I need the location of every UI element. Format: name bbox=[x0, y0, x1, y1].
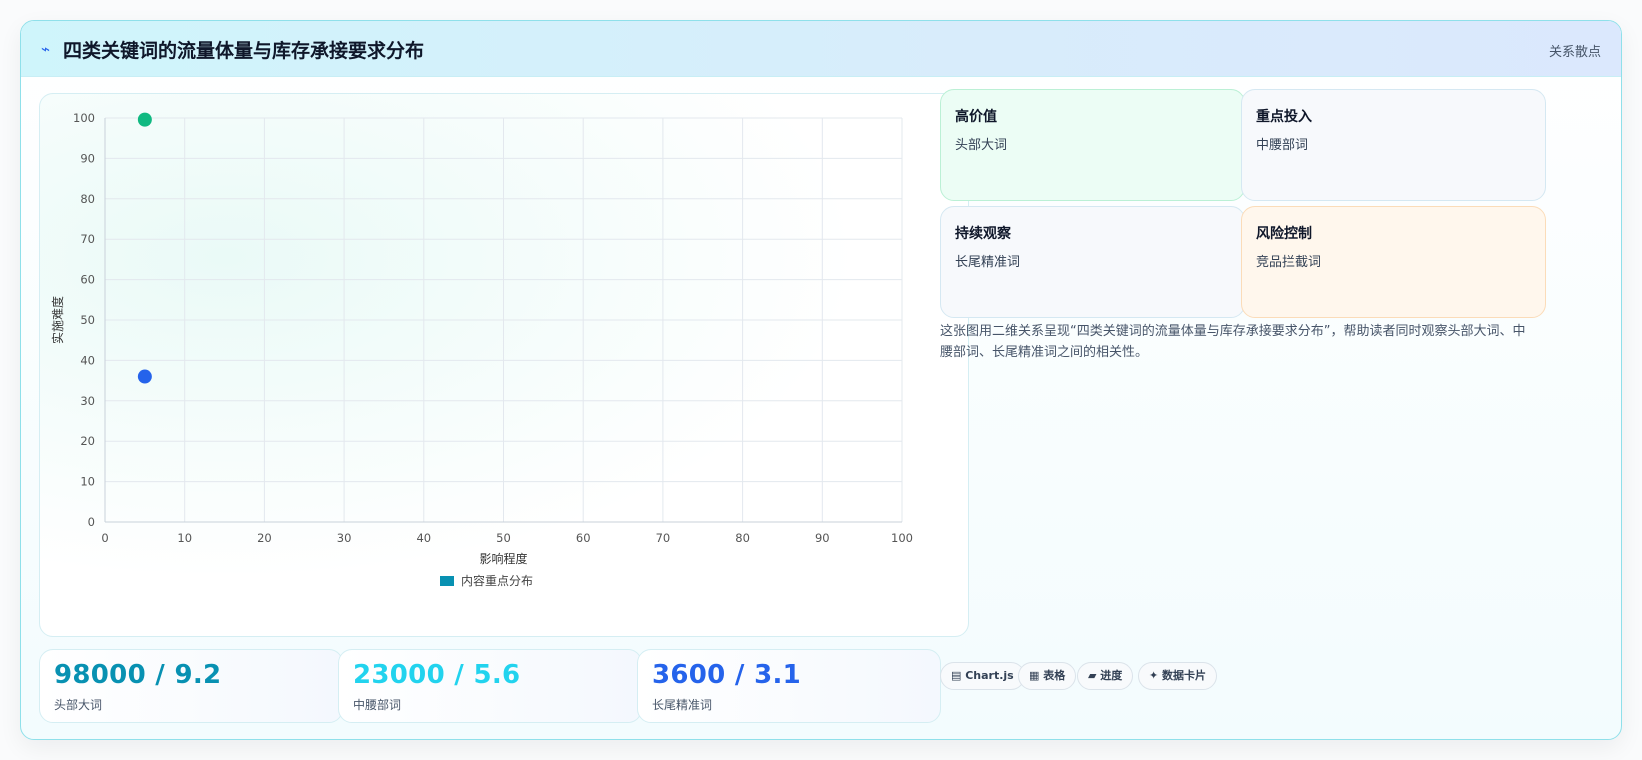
stat-value: 98000 / 9.2 bbox=[54, 660, 222, 690]
chart-panel: 0 10 20 30 40 50 60 70 80 90 100 0 10 20 30 40 50 60 70 80 9… bbox=[39, 93, 969, 637]
x-tick-label: 30 bbox=[337, 531, 352, 545]
x-tick-label: 90 bbox=[815, 531, 830, 545]
legend-label: 内容重点分布 bbox=[461, 573, 533, 588]
quadrant-card-observe: 持续观察 长尾精准词 bbox=[940, 206, 1245, 318]
chart-description: 这张图用二维关系呈现“四类关键词的流量体量与库存承接要求分布”，帮助读者同时观察… bbox=[940, 324, 1526, 360]
stat-card-head: 98000 / 9.2 头部大词 bbox=[39, 649, 343, 723]
x-tick-label: 60 bbox=[576, 531, 591, 545]
main-card: ⌁ 四类关键词的流量体量与库存承接要求分布 关系散点 0 10 20 30 40 50 60… bbox=[20, 20, 1622, 740]
x-tick-label: 70 bbox=[656, 531, 671, 545]
quadrant-desc: 竞品拦截词 bbox=[1256, 255, 1322, 270]
y-tick-label: 30 bbox=[80, 394, 95, 408]
card-header: ⌁ 四类关键词的流量体量与库存承接要求分布 关系散点 bbox=[21, 21, 1621, 77]
y-tick-label: 50 bbox=[80, 313, 95, 327]
quadrant-card-risk: 风险控制 竞品拦截词 bbox=[1241, 206, 1546, 318]
y-tick-label: 60 bbox=[80, 273, 95, 287]
stat-label: 中腰部词 bbox=[353, 698, 402, 712]
x-tick-label: 0 bbox=[101, 531, 108, 545]
y-tick-label: 10 bbox=[80, 475, 95, 489]
chart-type-tag: 关系散点 bbox=[1548, 45, 1601, 60]
stat-card-mid: 23000 / 5.6 中腰部词 bbox=[338, 649, 642, 723]
data-point bbox=[137, 112, 152, 127]
data-point bbox=[137, 369, 152, 384]
y-tick-label: 80 bbox=[80, 192, 95, 206]
y-axis-title: 实施难度 bbox=[50, 296, 65, 344]
y-tick-label: 90 bbox=[80, 151, 95, 165]
y-tick-label: 70 bbox=[80, 232, 95, 246]
quadrant-title: 高价值 bbox=[955, 109, 997, 125]
y-tick-label: 100 bbox=[73, 111, 95, 125]
y-tick-label: 40 bbox=[80, 353, 95, 367]
quadrant-desc: 头部大词 bbox=[955, 138, 1008, 153]
x-tick-label: 10 bbox=[177, 531, 192, 545]
chip-table[interactable]: ▦ 表格 bbox=[1018, 662, 1077, 690]
scatter-chart: 0 10 20 30 40 50 60 70 80 90 100 0 10 20 30 40 50 60 70 80 9… bbox=[50, 111, 913, 588]
stat-label: 头部大词 bbox=[54, 698, 103, 712]
stat-card-long: 3600 / 3.1 长尾精准词 bbox=[637, 649, 941, 723]
stat-value: 23000 / 5.6 bbox=[353, 660, 521, 690]
quadrant-desc: 长尾精准词 bbox=[955, 255, 1021, 270]
page-title: 四类关键词的流量体量与库存承接要求分布 bbox=[63, 40, 425, 62]
x-tick-label: 20 bbox=[257, 531, 272, 545]
chip-progress[interactable]: ▰ 进度 bbox=[1077, 662, 1134, 690]
quadrant-card-focus: 重点投入 中腰部词 bbox=[1241, 89, 1546, 201]
chip-data-card[interactable]: ✦ 数据卡片 bbox=[1138, 662, 1218, 690]
quadrant-card-high-value: 高价值 头部大词 bbox=[940, 89, 1245, 201]
y-tick-label: 0 bbox=[88, 515, 95, 529]
x-tick-label: 100 bbox=[891, 531, 913, 545]
quadrant-desc: 中腰部词 bbox=[1256, 138, 1309, 153]
quadrant-title: 风险控制 bbox=[1256, 226, 1312, 242]
x-tick-label: 50 bbox=[496, 531, 511, 545]
x-tick-label: 40 bbox=[416, 531, 431, 545]
legend-swatch bbox=[440, 576, 454, 586]
chip-chartjs[interactable]: ▤ Chart.js bbox=[940, 662, 1025, 690]
quadrant-title: 重点投入 bbox=[1256, 109, 1312, 125]
quadrant-title: 持续观察 bbox=[955, 226, 1011, 242]
stat-label: 长尾精准词 bbox=[652, 698, 713, 712]
y-tick-label: 20 bbox=[80, 434, 95, 448]
lightning-icon: ⌁ bbox=[41, 40, 51, 58]
stat-value: 3600 / 3.1 bbox=[652, 660, 802, 690]
x-axis-title: 影响程度 bbox=[479, 551, 527, 566]
x-tick-label: 80 bbox=[735, 531, 750, 545]
